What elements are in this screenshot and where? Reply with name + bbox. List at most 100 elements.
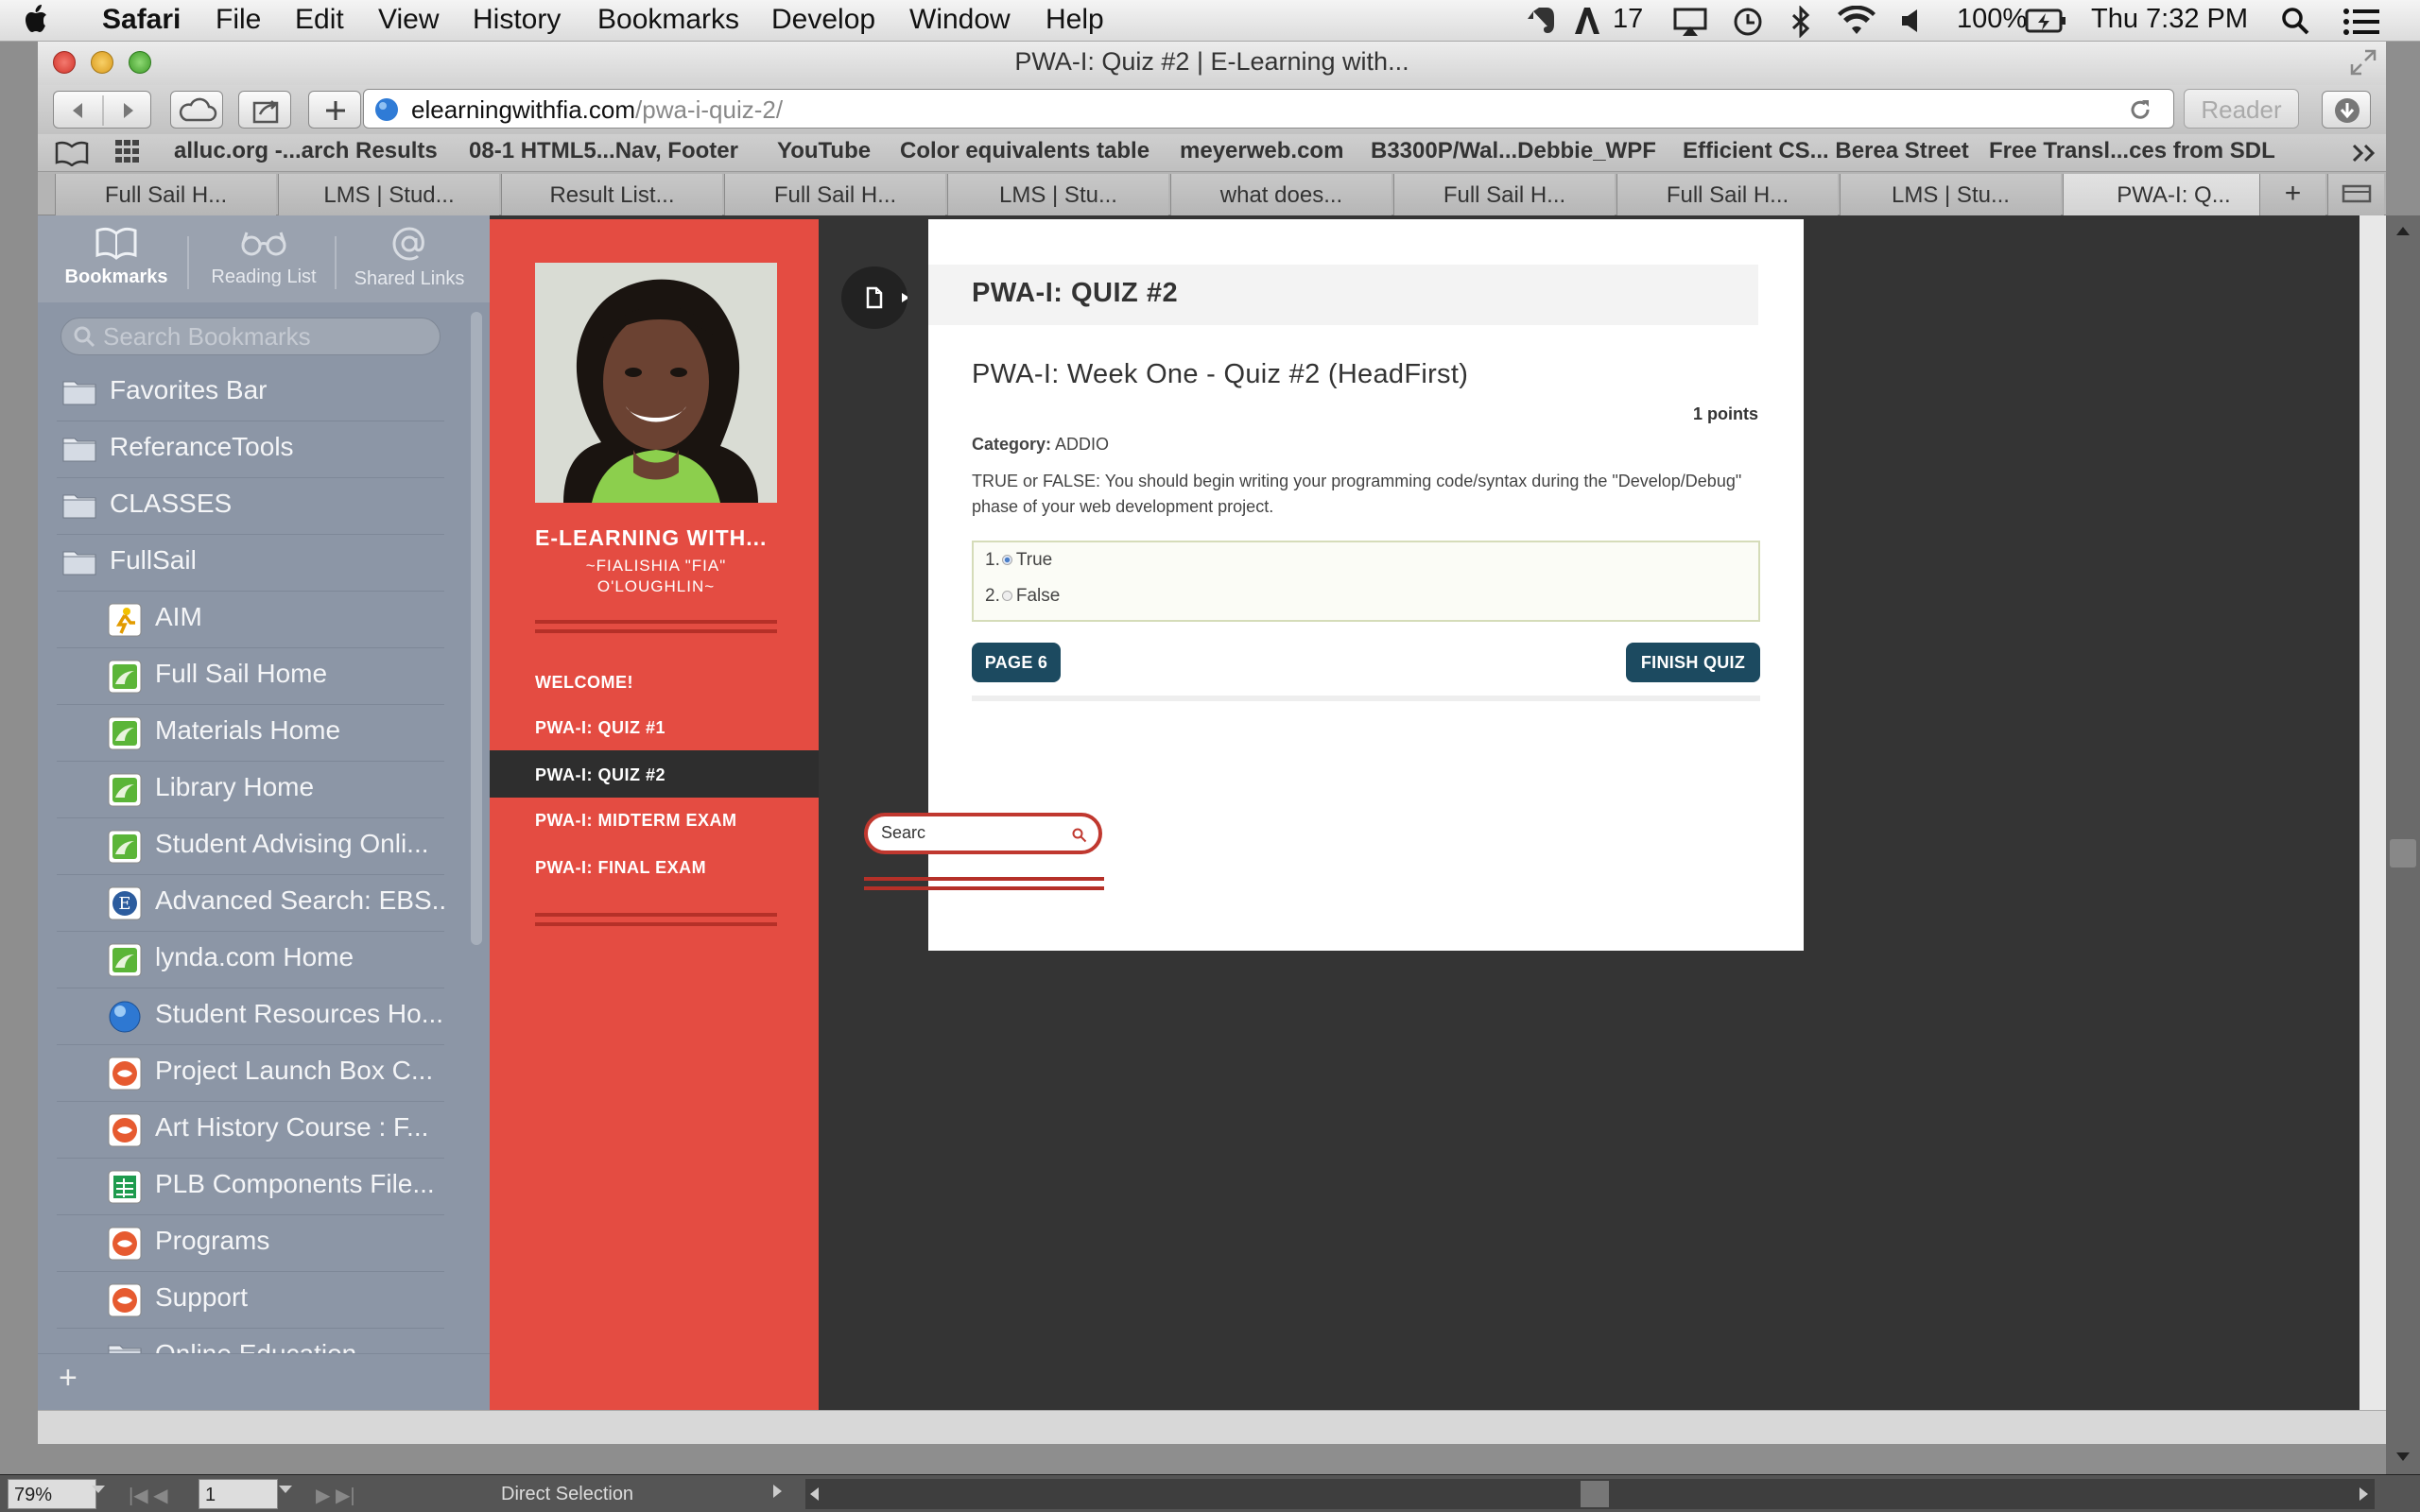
page-number-field[interactable]: 1 [199, 1479, 278, 1509]
menu-history[interactable]: History [473, 4, 561, 36]
zoom-dropdown-icon[interactable] [91, 1479, 115, 1509]
notification-center-icon[interactable] [2342, 8, 2380, 36]
menu-edit[interactable]: Edit [295, 4, 344, 36]
battery-icon[interactable] [2025, 8, 2066, 34]
favorite-link[interactable]: meyerweb.com [1180, 138, 1343, 164]
favorite-link[interactable]: 08-1 HTML5...Nav, Footer [469, 138, 738, 164]
nav-midterm-exam[interactable]: PWA-I: MIDTERM EXAM [535, 811, 737, 831]
new-tab-button[interactable] [308, 91, 361, 129]
airplay-icon[interactable] [1673, 8, 1707, 36]
add-bookmark-button[interactable]: + [38, 1353, 490, 1410]
nav-quiz-2[interactable]: PWA-I: QUIZ #2 [535, 765, 666, 785]
bookmark-folder-fullsail[interactable]: FullSail [57, 535, 444, 592]
browser-tab[interactable]: LMS | Stu... [947, 174, 1168, 215]
menu-develop[interactable]: Develop [771, 4, 875, 36]
page-6-button[interactable]: PAGE 6 [972, 643, 1061, 682]
tab-shared-links[interactable]: Shared Links [338, 225, 480, 290]
tab-bookmarks[interactable]: Bookmarks [45, 225, 187, 288]
status-menu-icon[interactable] [771, 1479, 790, 1509]
bookmark-lynda[interactable]: lynda.com Home [57, 932, 444, 988]
reload-icon[interactable] [2128, 97, 2152, 122]
radio-button[interactable] [1001, 591, 1012, 602]
menu-window[interactable]: Window [909, 4, 1011, 36]
menu-help[interactable]: Help [1046, 4, 1104, 36]
tab-overview-icon[interactable] [2327, 174, 2384, 215]
app-menu[interactable]: Safari [102, 4, 181, 36]
address-bar[interactable]: elearningwithfia.com/pwa-i-quiz-2/ [363, 89, 2174, 129]
back-forward-buttons[interactable] [53, 91, 151, 129]
bookmark-programs[interactable]: Programs [57, 1215, 444, 1272]
wifi-icon[interactable] [1838, 6, 1876, 36]
apple-menu-icon[interactable] [21, 0, 53, 38]
menubar-clock[interactable]: Thu 7:32 PM [2091, 4, 2248, 35]
radio-button-selected[interactable] [1001, 555, 1012, 566]
bookmark-materials-home[interactable]: Materials Home [57, 705, 444, 762]
reader-button[interactable]: Reader [2184, 89, 2299, 129]
fullscreen-icon[interactable] [2350, 49, 2377, 76]
finish-quiz-button[interactable]: FINISH QUIZ [1626, 643, 1760, 682]
nav-quiz-1[interactable]: PWA-I: QUIZ #1 [535, 718, 666, 738]
menu-bookmarks[interactable]: Bookmarks [597, 4, 739, 36]
browser-tab[interactable]: Full Sail H... [55, 174, 276, 215]
bookmark-project-launch-box[interactable]: Project Launch Box C... [57, 1045, 444, 1102]
bookmark-art-history[interactable]: Art History Course : F... [57, 1102, 444, 1159]
site-search-input[interactable]: Searc [864, 813, 1102, 854]
bookmark-folder-online-education[interactable]: Online Education [57, 1329, 444, 1353]
tab-reading-list[interactable]: Reading List [193, 225, 335, 288]
scroll-thumb[interactable] [1581, 1481, 1609, 1507]
browser-tab[interactable]: what does... [1170, 174, 1392, 215]
sidebar-scrollbar[interactable] [471, 312, 482, 945]
add-tab-button[interactable]: + [2259, 174, 2325, 215]
site-title[interactable]: E-LEARNING WITH... [535, 525, 777, 551]
favorite-link[interactable]: Free Transl...ces from SDL [1989, 138, 2275, 164]
browser-tab[interactable]: Result List... [501, 174, 722, 215]
browser-tab[interactable]: Full Sail H... [1393, 174, 1615, 215]
favorite-link[interactable]: YouTube [777, 138, 871, 164]
favorite-link[interactable]: B3300P/Wal...Debbie_WPF [1371, 138, 1656, 164]
scroll-thumb[interactable] [2390, 839, 2416, 868]
search-icon[interactable] [1072, 828, 1087, 843]
bookmark-folder-referancetools[interactable]: ReferanceTools [57, 421, 444, 478]
bookmark-aim[interactable]: AIM [57, 592, 444, 648]
bookmark-folder-classes[interactable]: CLASSES [57, 478, 444, 535]
adobe-icon[interactable] [1573, 6, 1601, 36]
bookmark-full-sail-home[interactable]: Full Sail Home [57, 648, 444, 705]
app-vertical-scrollbar[interactable] [2386, 215, 2420, 1474]
browser-tab[interactable]: Full Sail H... [1616, 174, 1838, 215]
time-machine-icon[interactable] [1732, 6, 1764, 38]
volume-icon[interactable] [1900, 8, 1923, 34]
favorite-link[interactable]: alluc.org -...arch Results [174, 138, 438, 164]
horizontal-scrollbar[interactable] [805, 1479, 2375, 1509]
bookmark-student-advising[interactable]: Student Advising Onli... [57, 818, 444, 875]
bookmark-library-home[interactable]: Library Home [57, 762, 444, 818]
zoom-level[interactable]: 79% [8, 1479, 96, 1509]
bookmark-advanced-search[interactable]: E Advanced Search: EBS... [57, 875, 444, 932]
nav-final-exam[interactable]: PWA-I: FINAL EXAM [535, 858, 706, 878]
menu-view[interactable]: View [378, 4, 439, 36]
top-sites-icon[interactable] [115, 140, 146, 166]
icloud-tabs-button[interactable] [170, 91, 223, 129]
spotlight-icon[interactable] [2280, 6, 2310, 36]
favorite-link[interactable]: Efficient CS... Berea Street [1683, 138, 1969, 164]
answer-option-false[interactable]: 2. False [985, 586, 1060, 607]
menu-file[interactable]: File [216, 4, 261, 36]
document-icon[interactable] [841, 266, 908, 329]
evernote-icon[interactable] [1526, 6, 1558, 36]
bookmarks-search-input[interactable]: Search Bookmarks [60, 318, 441, 355]
page-scrollbar-track[interactable] [2360, 215, 2386, 1410]
nav-welcome[interactable]: WELCOME! [535, 673, 633, 693]
next-page-icon[interactable]: ▶ ▶| [316, 1479, 382, 1509]
answer-option-true[interactable]: 1. True [985, 550, 1052, 571]
share-button[interactable] [238, 91, 291, 129]
browser-tab[interactable]: Full Sail H... [724, 174, 945, 215]
bookmark-student-resources[interactable]: Student Resources Ho... [57, 988, 444, 1045]
show-bookmarks-icon[interactable] [55, 140, 89, 166]
downloads-button[interactable] [2322, 91, 2371, 129]
browser-tab[interactable]: LMS | Stu... [1840, 174, 2061, 215]
bluetooth-icon[interactable] [1790, 6, 1811, 38]
browser-tab[interactable]: LMS | Stud... [278, 174, 499, 215]
favorite-link[interactable]: Color equivalents table [900, 138, 1150, 164]
page-dropdown-icon[interactable] [278, 1479, 301, 1509]
browser-tab-active[interactable]: PWA-I: Q... [2063, 174, 2284, 215]
bookmark-folder-favorites-bar[interactable]: Favorites Bar [57, 365, 444, 421]
